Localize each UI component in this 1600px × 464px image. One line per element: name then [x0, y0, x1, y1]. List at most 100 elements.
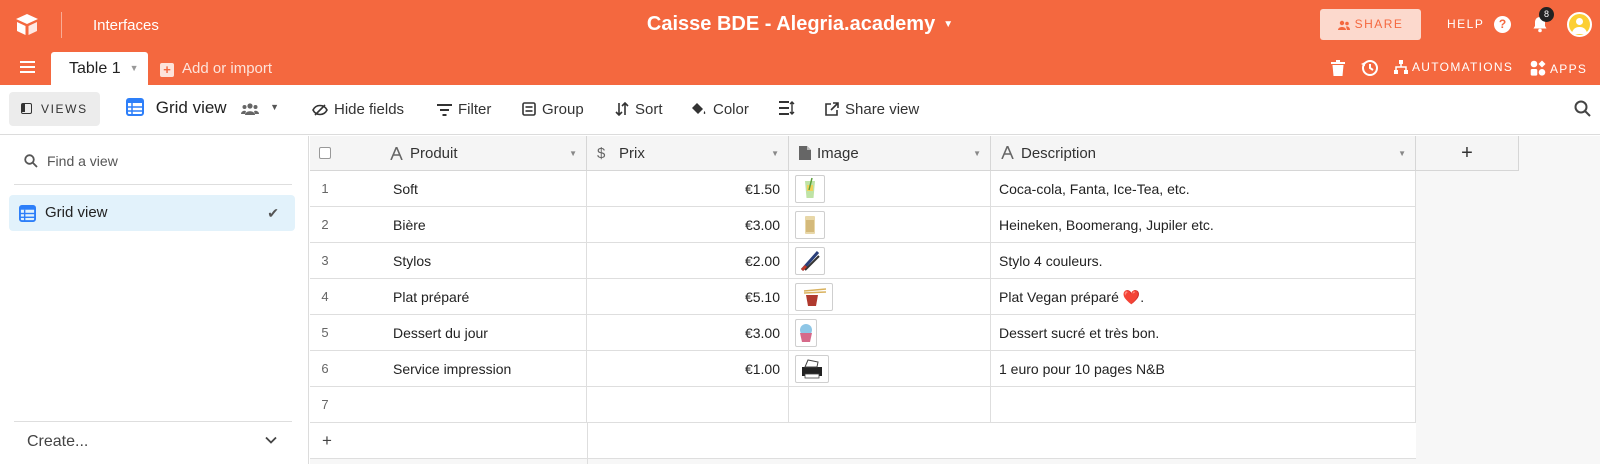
hide-fields-icon	[312, 104, 328, 116]
cell-produit[interactable]: Plat préparé	[310, 279, 587, 315]
cell-image[interactable]	[789, 279, 991, 315]
printer-thumbnail[interactable]	[795, 355, 829, 383]
cell-image[interactable]	[789, 387, 991, 423]
cell-image[interactable]	[789, 207, 991, 243]
cell-produit[interactable]: Soft	[310, 171, 587, 207]
cupcake-thumbnail[interactable]	[795, 319, 817, 347]
sidebar-item-grid-view[interactable]: Grid view ✔	[9, 195, 295, 231]
row-height-icon[interactable]	[779, 101, 795, 115]
interfaces-link[interactable]: Interfaces	[93, 17, 159, 34]
cell-description[interactable]: Plat Vegan préparé ❤️.	[991, 279, 1416, 315]
cell-prix[interactable]: €5.10	[587, 279, 789, 315]
table-row[interactable]: 1 Soft €1.50 Coca-cola, Fanta, Ice-Tea, …	[310, 171, 1416, 207]
cell-image[interactable]	[789, 315, 991, 351]
cell-description[interactable]: Heineken, Boomerang, Jupiler etc.	[991, 207, 1416, 243]
color-label: Color	[713, 101, 749, 118]
automations-button[interactable]: AUTOMATIONS	[1394, 60, 1513, 74]
views-toggle-button[interactable]: VIEWS	[9, 92, 100, 126]
select-all-checkbox[interactable]	[319, 147, 331, 159]
beer-thumbnail[interactable]	[795, 211, 825, 239]
column-header-description[interactable]: Description ▼	[991, 136, 1416, 171]
soft-drink-thumbnail[interactable]	[795, 175, 825, 203]
help-link[interactable]: HELP	[1447, 17, 1484, 31]
cell-description[interactable]: Coca-cola, Fanta, Ice-Tea, etc.	[991, 171, 1416, 207]
views-toggle-label: VIEWS	[41, 102, 88, 116]
filter-button[interactable]: Filter	[437, 101, 491, 118]
table-row[interactable]: 2 Bière €3.00 Heineken, Boomerang, Jupil…	[310, 207, 1416, 243]
sort-label: Sort	[635, 101, 663, 118]
chevron-down-icon[interactable]: ▼	[1398, 136, 1406, 171]
find-view-placeholder: Find a view	[47, 153, 118, 169]
table-row[interactable]: 7	[310, 387, 1416, 423]
currency-field-icon: $	[597, 145, 606, 162]
column-header-prix[interactable]: $ Prix ▼	[587, 136, 789, 171]
cell-produit[interactable]: Bière	[310, 207, 587, 243]
cell-produit[interactable]	[310, 387, 587, 423]
share-button[interactable]: SHARE	[1320, 9, 1421, 40]
cell-description[interactable]: 1 euro pour 10 pages N&B	[991, 351, 1416, 387]
filter-icon	[437, 104, 452, 116]
hide-fields-label: Hide fields	[334, 101, 405, 118]
sidebar-toggle-icon	[21, 103, 32, 114]
table-row[interactable]: 5 Dessert du jour €3.00 Dessert sucré et…	[310, 315, 1416, 351]
apps-button[interactable]: APPS	[1530, 60, 1587, 76]
chevron-down-icon[interactable]: ▼	[569, 136, 577, 171]
filter-label: Filter	[458, 101, 492, 118]
table-row[interactable]: 4 Plat préparé €5.10 Plat Vegan préparé …	[310, 279, 1416, 315]
table-row[interactable]: 3 Stylos €2.00 Stylo 4 couleurs.	[310, 243, 1416, 279]
trash-icon[interactable]	[1331, 60, 1345, 76]
current-view-switcher[interactable]: Grid view ▼	[126, 98, 279, 118]
automations-icon	[1394, 60, 1408, 74]
grid-view-icon	[126, 98, 144, 116]
chevron-down-icon[interactable]: ▼	[130, 63, 139, 73]
chevron-down-icon[interactable]	[265, 434, 277, 446]
sort-button[interactable]: Sort	[615, 101, 663, 118]
user-avatar[interactable]	[1567, 12, 1592, 37]
table-tab-active[interactable]: Table 1 ▼	[51, 52, 148, 85]
cell-image[interactable]	[789, 243, 991, 279]
chevron-down-icon[interactable]: ▼	[270, 102, 279, 112]
column-header-image[interactable]: Image ▼	[789, 136, 991, 171]
cell-prix[interactable]	[587, 387, 789, 423]
add-row-button[interactable]: +	[310, 423, 1416, 459]
create-view-button[interactable]: Create...	[27, 433, 88, 451]
cell-description[interactable]: Dessert sucré et très bon.	[991, 315, 1416, 351]
chevron-down-icon[interactable]: ▼	[943, 19, 953, 30]
cell-produit[interactable]: Dessert du jour	[310, 315, 587, 351]
chevron-down-icon[interactable]: ▼	[973, 136, 981, 171]
divider	[14, 184, 292, 185]
cell-image[interactable]	[789, 351, 991, 387]
history-icon[interactable]	[1361, 59, 1379, 77]
hide-fields-button[interactable]: Hide fields	[312, 101, 404, 118]
pens-thumbnail[interactable]	[795, 247, 825, 275]
cell-prix[interactable]: €1.00	[587, 351, 789, 387]
cell-produit[interactable]: Service impression	[310, 351, 587, 387]
share-view-button[interactable]: Share view	[825, 101, 919, 118]
group-button[interactable]: Group	[522, 101, 584, 118]
search-icon[interactable]	[1574, 100, 1591, 117]
table-tab-label: Table 1	[69, 60, 121, 77]
airtable-logo-icon[interactable]	[14, 13, 40, 37]
cell-description[interactable]: Stylo 4 couleurs.	[991, 243, 1416, 279]
noodles-thumbnail[interactable]	[795, 283, 833, 311]
column-header-produit[interactable]: Produit ▼	[310, 136, 587, 171]
collaborative-view-icon	[241, 103, 260, 115]
find-view-input[interactable]: Find a view	[24, 153, 118, 169]
table-row[interactable]: 6 Service impression €1.00 1 euro pour 1…	[310, 351, 1416, 387]
help-icon[interactable]: ?	[1494, 16, 1511, 33]
base-title[interactable]: Caisse BDE - Alegria.academy	[647, 13, 935, 35]
cell-prix[interactable]: €1.50	[587, 171, 789, 207]
cell-prix[interactable]: €2.00	[587, 243, 789, 279]
add-or-import-button[interactable]: + Add or import	[160, 60, 272, 77]
cell-produit[interactable]: Stylos	[310, 243, 587, 279]
color-button[interactable]: Color	[691, 101, 749, 118]
add-field-button[interactable]: +	[1416, 136, 1519, 171]
cell-prix[interactable]: €3.00	[587, 315, 789, 351]
hamburger-menu-icon[interactable]	[20, 61, 35, 73]
cell-prix[interactable]: €3.00	[587, 207, 789, 243]
chevron-down-icon[interactable]: ▼	[771, 136, 779, 171]
group-icon	[522, 102, 536, 116]
cell-description[interactable]	[991, 387, 1416, 423]
search-icon	[24, 154, 38, 168]
cell-image[interactable]	[789, 171, 991, 207]
